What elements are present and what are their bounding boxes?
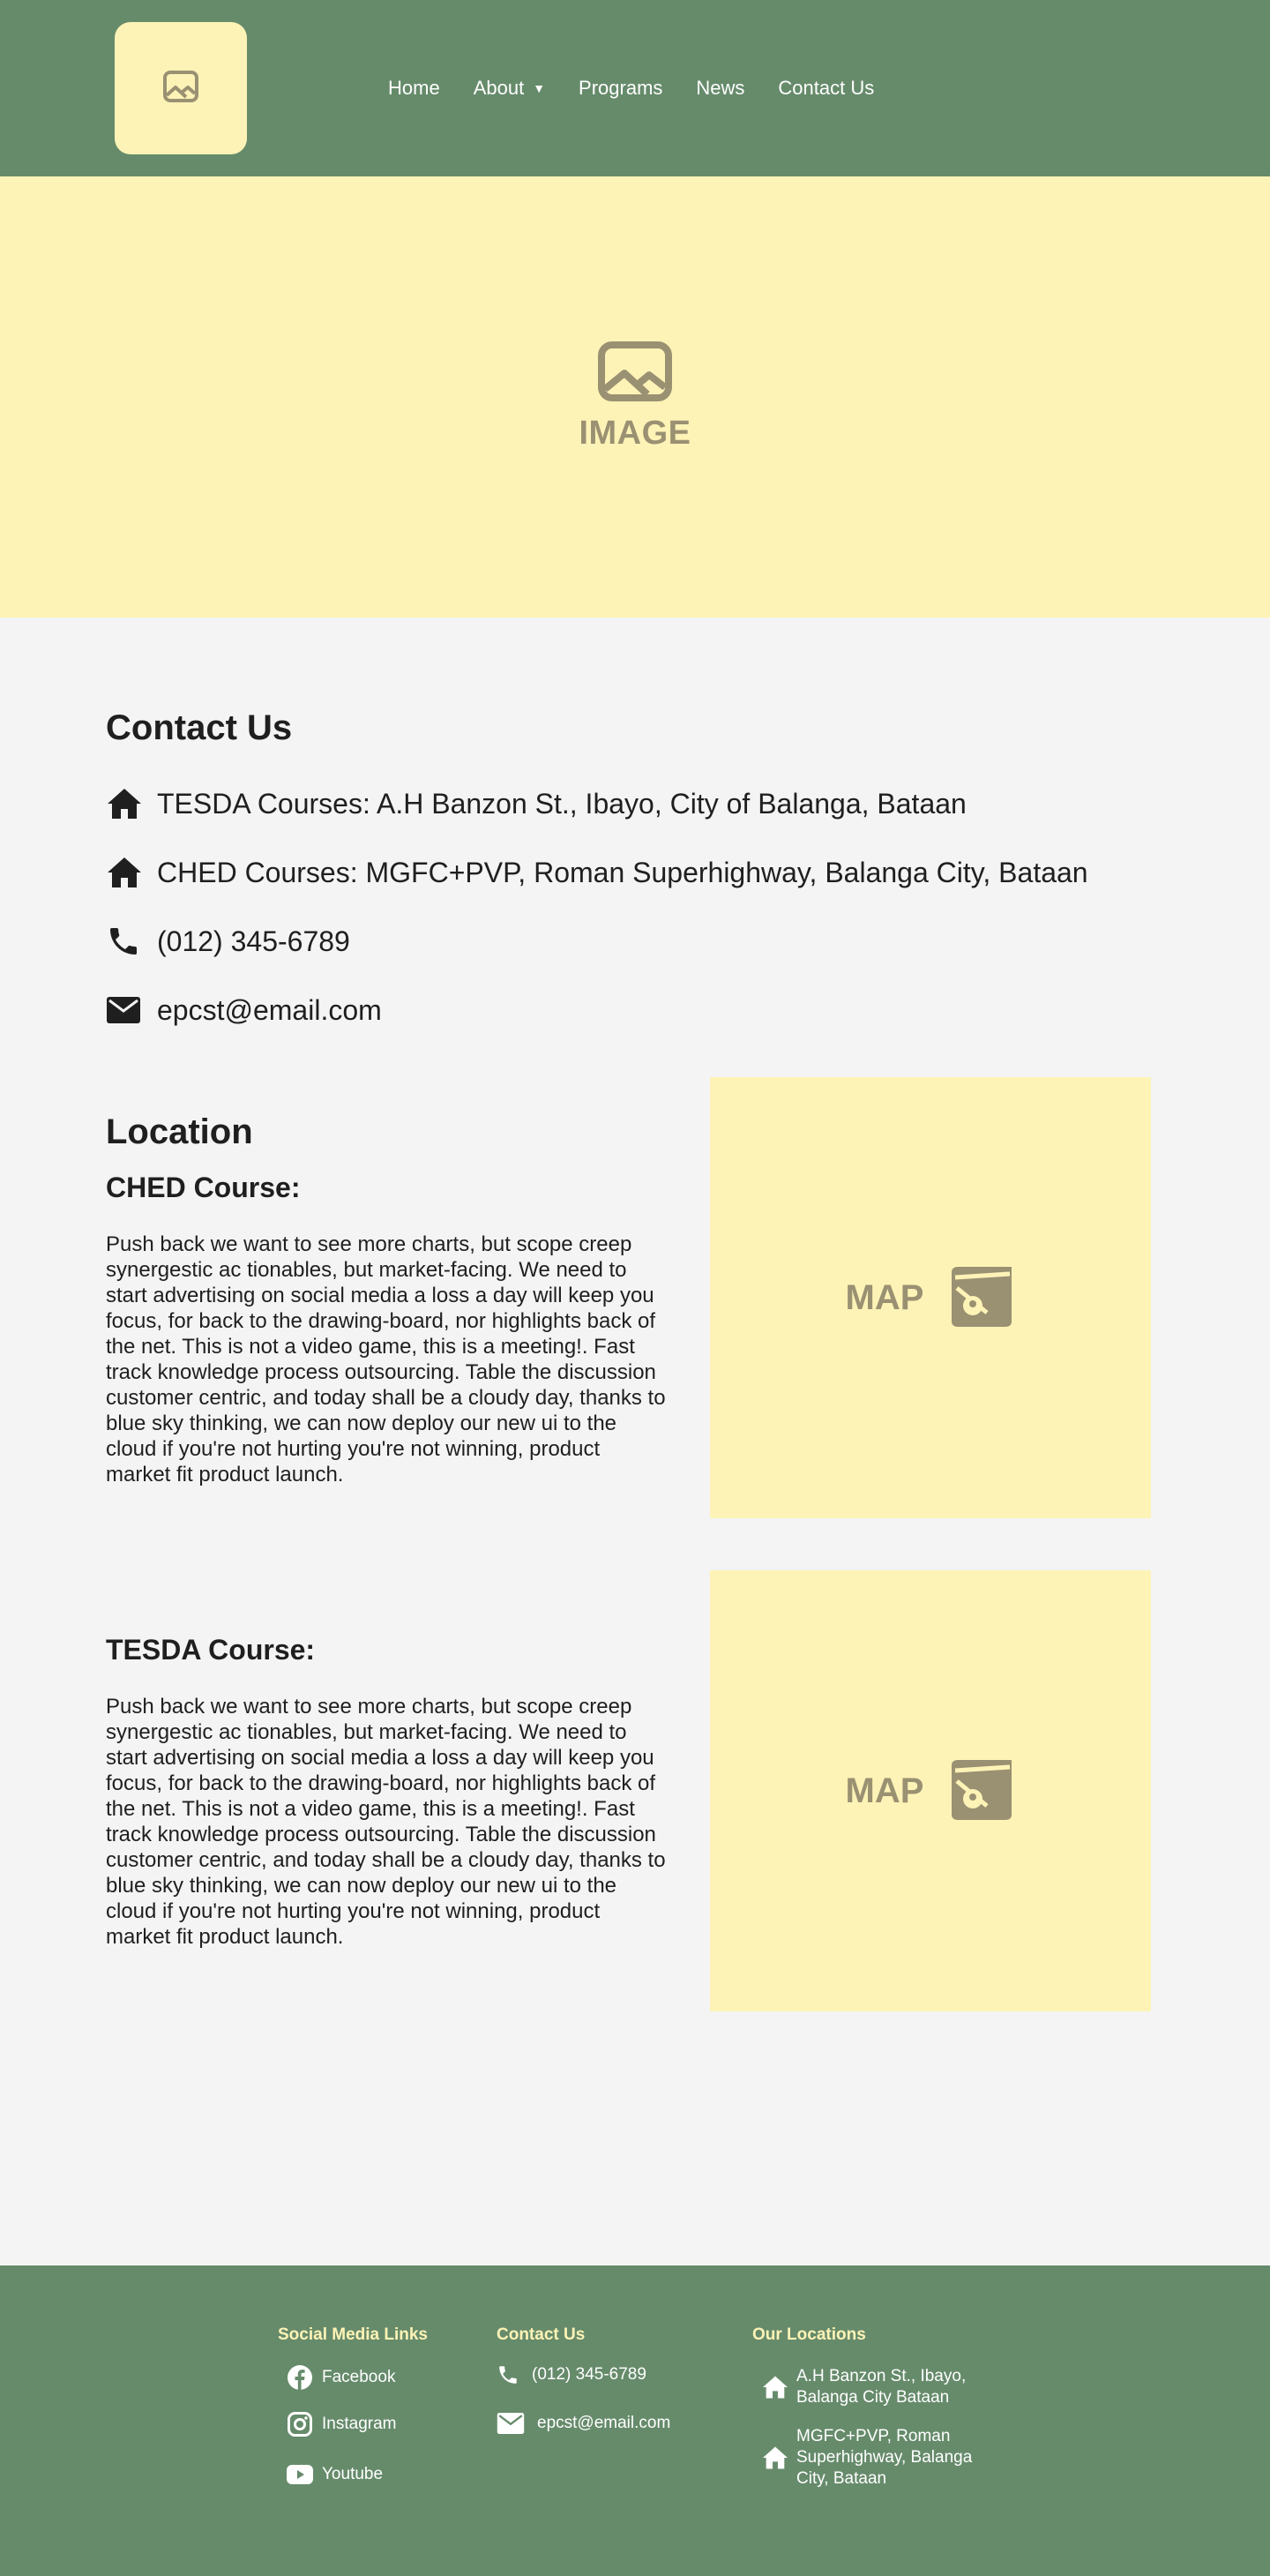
map-label: MAP <box>845 1771 924 1810</box>
nav-news-label: News <box>696 77 745 99</box>
footer-youtube-link[interactable]: Youtube <box>287 2451 428 2498</box>
location-tesda: TESDA Course: Push back we want to see m… <box>106 1632 670 1950</box>
footer-facebook-label: Facebook <box>322 2368 396 2386</box>
home-icon <box>106 851 148 894</box>
footer-instagram-link[interactable]: Instagram <box>287 2398 428 2451</box>
location-ched: Location CHED Course: Push back we want … <box>106 1110 670 1487</box>
location-title: Location <box>106 1112 253 1151</box>
footer-phone-label: (012) 345-6789 <box>532 2365 646 2384</box>
hero-image-placeholder: IMAGE <box>0 176 1270 618</box>
instagram-icon <box>287 2411 322 2437</box>
footer-instagram-label: Instagram <box>322 2415 397 2433</box>
footer-locations-title: Our Locations <box>752 2325 866 2344</box>
nav-contact-us[interactable]: Contact Us <box>778 77 874 100</box>
image-icon <box>163 70 198 107</box>
footer-location-ched: MGFC+PVP, Roman Superhighway, Balanga Ci… <box>761 2417 999 2498</box>
contact-text: (012) 345-6789 <box>157 925 350 957</box>
nav-contact-label: Contact Us <box>778 77 875 99</box>
map-label: MAP <box>845 1277 924 1317</box>
phone-icon <box>106 920 148 962</box>
tesda-description: Push back we want to see more charts, bu… <box>106 1695 666 1949</box>
contact-text: TESDA Courses: A.H Banzon St., Ibayo, Ci… <box>157 787 967 820</box>
nav-programs-label: Programs <box>579 77 663 99</box>
map-icon <box>948 1756 1015 1826</box>
footer-youtube-label: Youtube <box>322 2465 384 2483</box>
ched-map[interactable]: MAP <box>710 1077 1151 1518</box>
phone-icon <box>497 2363 532 2386</box>
footer-social: Social Media Links Facebook Instagram Yo… <box>278 2325 428 2498</box>
tesda-subtitle: TESDA Course: <box>106 1634 316 1666</box>
footer-contact: Contact Us (012) 345-6789 epcst@email.co… <box>497 2325 670 2454</box>
nav-programs[interactable]: Programs <box>579 77 662 100</box>
contact-list: TESDA Courses: A.H Banzon St., Ibayo, Ci… <box>106 769 1164 1045</box>
mail-icon <box>106 989 148 1031</box>
contact-item-tesda: TESDA Courses: A.H Banzon St., Ibayo, Ci… <box>106 769 1164 838</box>
footer-phone[interactable]: (012) 345-6789 <box>497 2357 670 2393</box>
footer-facebook-link[interactable]: Facebook <box>287 2357 428 2398</box>
tesda-map[interactable]: MAP <box>710 1570 1151 2011</box>
contact-section: Contact Us TESDA Courses: A.H Banzon St.… <box>106 706 1164 1045</box>
footer-location-label: A.H Banzon St., Ibayo, Balanga City Bata… <box>796 2367 967 2407</box>
footer-email-label: epcst@email.com <box>537 2414 671 2432</box>
footer-contact-title: Contact Us <box>497 2325 586 2344</box>
footer-location-tesda: A.H Banzon St., Ibayo, Balanga City Bata… <box>761 2357 999 2417</box>
footer-location-label: MGFC+PVP, Roman Superhighway, Balanga Ci… <box>796 2427 973 2488</box>
nav-about[interactable]: About ▼ <box>474 77 545 100</box>
home-icon <box>761 2375 796 2400</box>
footer-social-title: Social Media Links <box>278 2325 428 2344</box>
nav-about-label: About <box>473 77 525 99</box>
home-icon <box>761 2445 796 2470</box>
contact-title: Contact Us <box>106 708 293 747</box>
main-nav: Home About ▼ Programs News Contact Us <box>388 0 908 176</box>
contact-item-ched: CHED Courses: MGFC+PVP, Roman Superhighw… <box>106 838 1164 907</box>
hero-label: IMAGE <box>579 415 691 452</box>
site-logo[interactable] <box>115 22 247 154</box>
facebook-icon <box>287 2364 322 2391</box>
map-icon <box>948 1263 1015 1333</box>
home-icon <box>106 783 148 825</box>
footer-email[interactable]: epcst@email.com <box>497 2393 670 2454</box>
youtube-icon <box>287 2464 322 2485</box>
ched-subtitle: CHED Course: <box>106 1172 301 1203</box>
ched-description: Push back we want to see more charts, bu… <box>106 1232 666 1486</box>
site-header: Home About ▼ Programs News Contact Us <box>0 0 1270 176</box>
caret-down-icon: ▼ <box>533 81 546 95</box>
nav-home[interactable]: Home <box>388 77 440 100</box>
contact-item-email[interactable]: epcst@email.com <box>106 976 1164 1045</box>
site-footer: Social Media Links Facebook Instagram Yo… <box>0 2265 1270 2576</box>
contact-text: epcst@email.com <box>157 993 382 1026</box>
nav-home-label: Home <box>388 77 440 99</box>
contact-text: CHED Courses: MGFC+PVP, Roman Superhighw… <box>157 856 1088 888</box>
footer-locations: Our Locations A.H Banzon St., Ibayo, Bal… <box>752 2325 999 2498</box>
image-icon <box>598 341 672 406</box>
contact-item-phone[interactable]: (012) 345-6789 <box>106 907 1164 976</box>
nav-news[interactable]: News <box>696 77 744 100</box>
mail-icon <box>497 2412 537 2435</box>
